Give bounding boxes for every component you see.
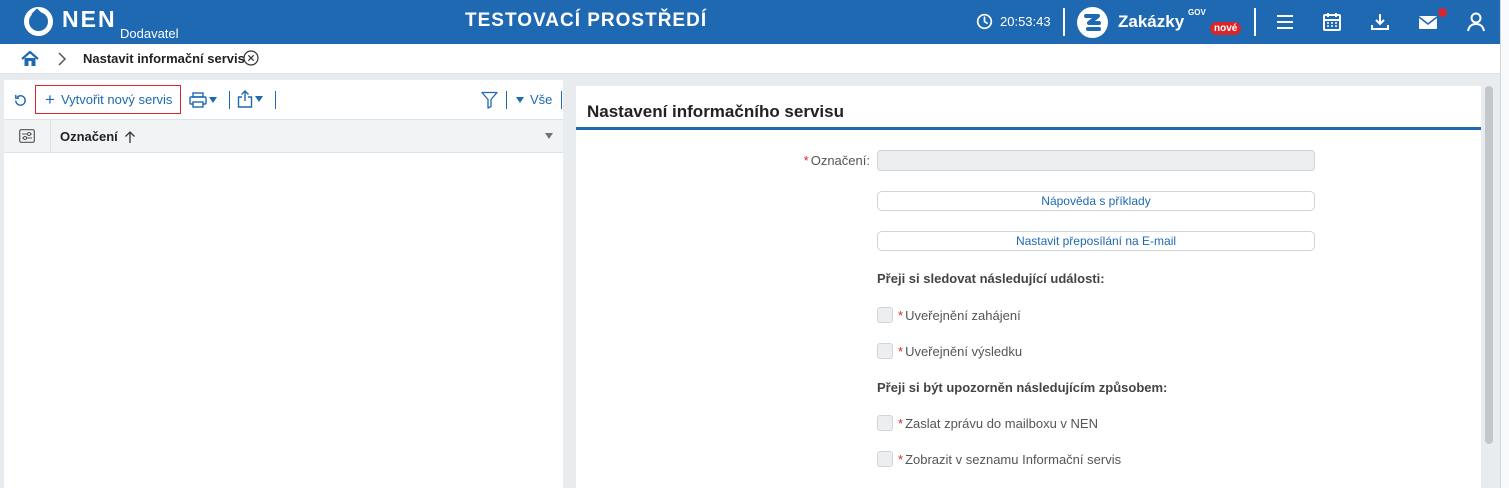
create-service-button[interactable]: + Vytvořit nový servis <box>35 85 181 114</box>
toolbar-divider <box>506 91 507 109</box>
required-asterisk: * <box>898 343 904 359</box>
calendar-icon[interactable] <box>1321 11 1343 33</box>
dropdown-icon <box>209 97 217 103</box>
checkbox[interactable] <box>877 307 893 323</box>
export-menu[interactable] <box>237 90 269 108</box>
share-icon <box>237 90 253 108</box>
zakazky-link[interactable]: Zakázky <box>1118 12 1184 32</box>
checkbox[interactable] <box>877 415 893 431</box>
nen-logo-icon[interactable] <box>24 7 53 36</box>
dropdown-icon <box>255 96 263 102</box>
session-clock: 20:53:43 <box>976 13 1051 30</box>
methods-heading: Přeji si být upozorněn následujícím způs… <box>877 380 1168 395</box>
header-divider <box>1254 8 1256 36</box>
oznaceni-label-text: Označení <box>810 153 867 168</box>
dropdown-icon <box>516 96 524 103</box>
menu-icon[interactable] <box>1274 11 1296 33</box>
required-asterisk: * <box>898 451 904 467</box>
print-menu[interactable] <box>189 91 221 109</box>
oznaceni-label: * Označení: <box>803 153 870 168</box>
method-option-label: Zobrazit v seznamu Informační servis <box>905 451 1122 467</box>
title-underline <box>576 127 1481 130</box>
filter-select[interactable]: Vše <box>516 92 552 107</box>
column-header-oznaceni[interactable]: Označení <box>60 129 136 144</box>
service-form-panel: Nastavení informačního servisu * Označení… <box>576 86 1481 488</box>
required-asterisk: * <box>898 307 904 323</box>
download-icon[interactable] <box>1369 11 1391 33</box>
help-examples-button[interactable]: Nápověda s příklady <box>877 191 1315 211</box>
column-header-label: Označení <box>60 129 118 144</box>
sliders-icon <box>19 129 35 143</box>
top-bar: NEN Dodavatel TESTOVACÍ PROSTŘEDÍ 20:53:… <box>0 0 1509 44</box>
method-option-label: Zaslat zprávu do mailboxu v NEN <box>905 415 1098 431</box>
refresh-icon[interactable] <box>12 92 29 109</box>
required-asterisk: * <box>898 415 904 431</box>
list-toolbar: + Vytvořit nový servis Vše <box>4 80 563 118</box>
checkbox[interactable] <box>877 451 893 467</box>
filter-icon[interactable] <box>481 91 498 109</box>
grid-header: Označení <box>4 119 563 153</box>
oznaceni-field[interactable] <box>877 150 1315 171</box>
event-option[interactable]: * Uveřejnění zahájení <box>877 307 1021 323</box>
clock-icon <box>976 13 993 30</box>
services-list-panel: + Vytvořit nový servis Vše Označení <box>4 80 563 488</box>
toolbar-divider <box>229 91 230 109</box>
plus-icon: + <box>45 90 55 109</box>
breadcrumb: Nastavit informační servis <box>0 44 1509 74</box>
notification-dot <box>1438 8 1447 17</box>
form-title: Nastavení informačního servisu <box>587 102 844 121</box>
header-divider <box>1063 8 1065 36</box>
clock-time: 20:53:43 <box>1000 14 1051 29</box>
event-option-label: Uveřejnění zahájení <box>905 307 1021 323</box>
environment-title: TESTOVACÍ PROSTŘEDÍ <box>465 10 708 31</box>
column-menu-icon[interactable] <box>545 133 553 139</box>
method-option[interactable]: * Zobrazit v seznamu Informační servis <box>877 451 1121 467</box>
filter-select-value: Vše <box>530 92 553 107</box>
breadcrumb-current: Nastavit informační servis <box>83 51 245 66</box>
email-forwarding-button[interactable]: Nastavit přeposílání na E-mail <box>877 231 1315 251</box>
new-badge: nové <box>1210 22 1242 35</box>
home-icon[interactable] <box>20 49 40 69</box>
required-asterisk: * <box>803 153 809 168</box>
method-option[interactable]: * Zaslat zprávu do mailboxu v NEN <box>877 415 1098 431</box>
toolbar-divider <box>275 91 276 109</box>
form-scrollbar-thumb[interactable] <box>1485 86 1493 444</box>
create-service-label: Vytvořit nový servis <box>60 92 173 107</box>
print-icon <box>189 92 207 108</box>
zakazky-gov-label: GOV <box>1188 8 1206 17</box>
toolbar-divider <box>561 91 562 109</box>
chevron-right-icon <box>58 52 67 66</box>
sort-ascending-icon <box>124 130 135 143</box>
logo-subtitle: Dodavatel <box>120 26 179 41</box>
checkbox[interactable] <box>877 343 893 359</box>
zakazky-logo-icon[interactable] <box>1077 7 1108 38</box>
event-option[interactable]: * Uveřejnění výsledku <box>877 343 1022 359</box>
user-icon[interactable] <box>1465 11 1487 33</box>
events-heading: Přeji si sledovat následující události: <box>877 271 1105 286</box>
mail-icon[interactable] <box>1417 11 1439 33</box>
page-scrollbar[interactable] <box>1500 0 1509 488</box>
column-settings-button[interactable] <box>4 120 51 152</box>
event-option-label: Uveřejnění výsledku <box>905 343 1023 359</box>
close-icon[interactable] <box>243 50 259 66</box>
logo-text[interactable]: NEN <box>62 6 117 33</box>
